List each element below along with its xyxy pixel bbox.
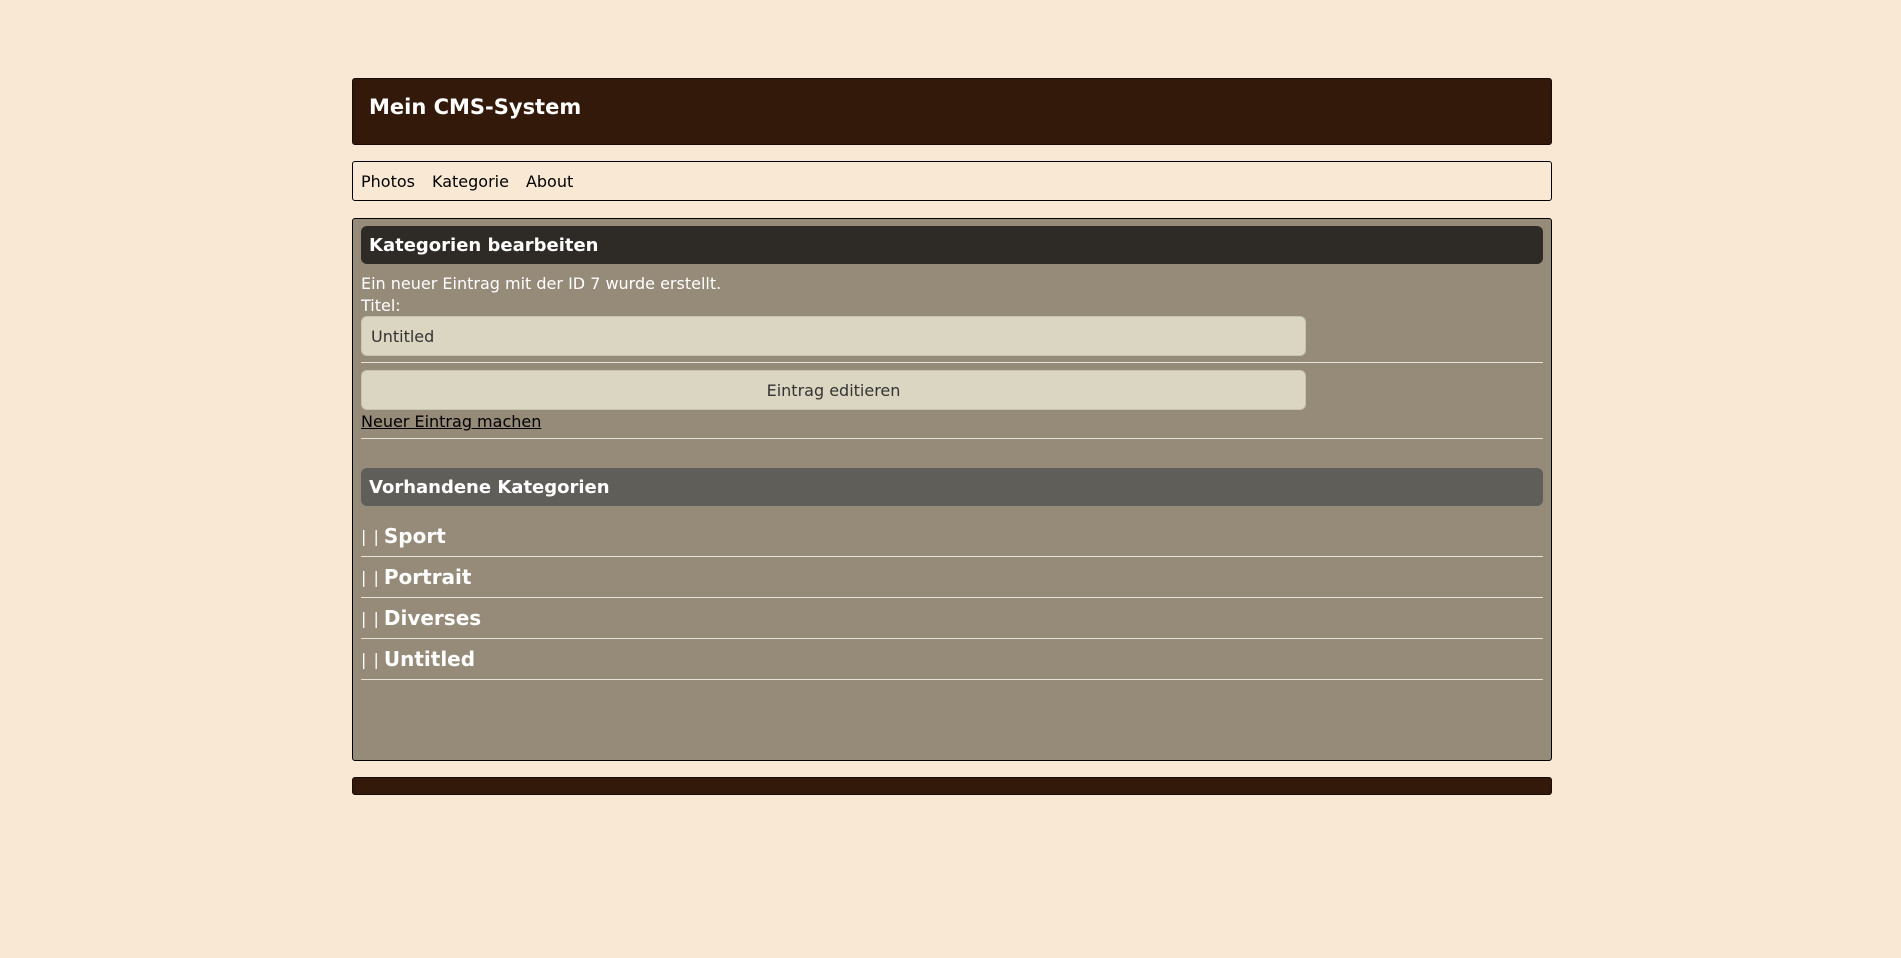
site-footer	[352, 777, 1552, 795]
category-separator: | |	[361, 526, 380, 546]
category-link-untitled[interactable]: Untitled	[384, 647, 475, 671]
status-message: Ein neuer Eintrag mit der ID 7 wurde ers…	[361, 274, 722, 293]
category-separator: | |	[361, 649, 380, 669]
category-link-sport[interactable]: Sport	[384, 524, 446, 548]
edit-entry-button[interactable]: Eintrag editieren	[361, 370, 1306, 410]
list-item: | | Sport	[361, 516, 1543, 557]
title-input[interactable]	[361, 316, 1306, 356]
nav-item-about[interactable]: About	[526, 172, 573, 191]
edit-section-heading: Kategorien bearbeiten	[361, 226, 1543, 264]
nav-item-kategorie[interactable]: Kategorie	[432, 172, 509, 191]
list-item: | | Portrait	[361, 557, 1543, 598]
list-item: | | Diverses	[361, 598, 1543, 639]
new-entry-link[interactable]: Neuer Eintrag machen	[361, 412, 541, 432]
category-separator: | |	[361, 608, 380, 628]
site-header: Mein CMS-System	[352, 78, 1552, 145]
categories-section-heading: Vorhandene Kategorien	[361, 468, 1543, 506]
site-title: Mein CMS-System	[369, 95, 582, 119]
main-content: Kategorien bearbeiten Ein neuer Eintrag …	[352, 218, 1552, 761]
category-list: | | Sport | | Portrait | | Diverses | | …	[361, 516, 1543, 680]
list-item: | | Untitled	[361, 639, 1543, 680]
nav-item-photos[interactable]: Photos	[361, 172, 415, 191]
title-label: Titel:	[361, 296, 401, 315]
category-link-diverses[interactable]: Diverses	[384, 606, 481, 630]
category-link-portrait[interactable]: Portrait	[384, 565, 472, 589]
divider	[361, 362, 1543, 363]
page-container: Mein CMS-System Photos Kategorie About K…	[352, 78, 1552, 795]
category-separator: | |	[361, 567, 380, 587]
main-nav: Photos Kategorie About	[352, 161, 1552, 201]
